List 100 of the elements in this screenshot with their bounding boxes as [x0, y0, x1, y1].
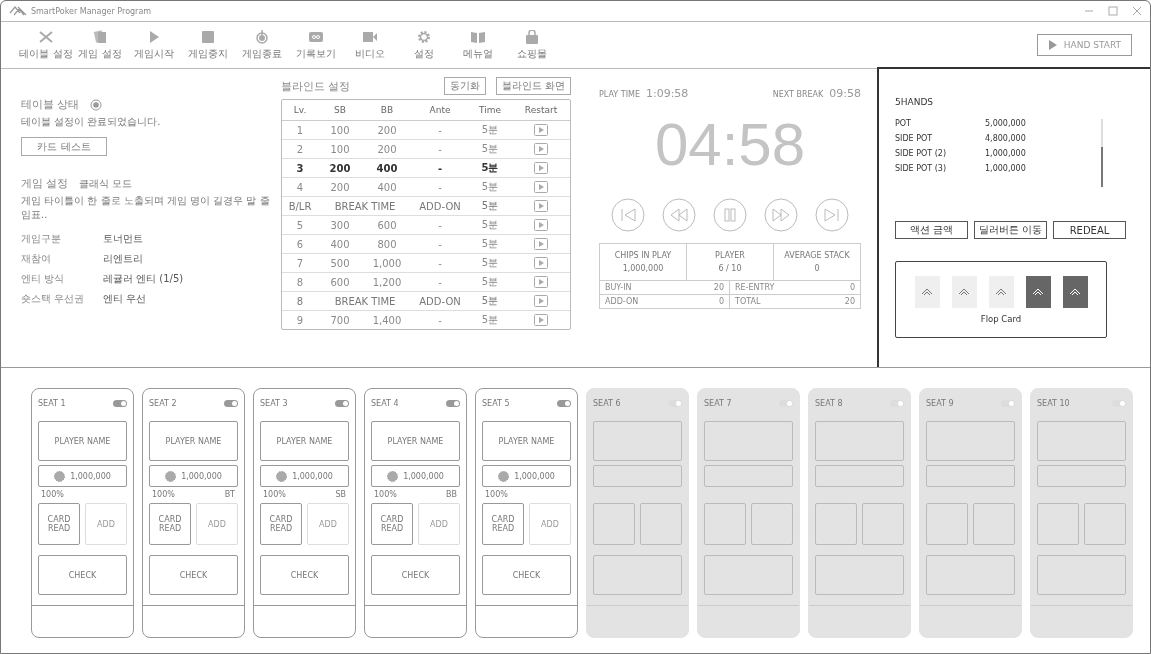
restart-button[interactable]: [534, 162, 548, 174]
add-button[interactable]: ADD: [529, 503, 571, 545]
add-button[interactable]: [973, 503, 1015, 545]
action-button[interactable]: REDEAL: [1053, 221, 1126, 239]
card-read-button[interactable]: [926, 503, 968, 545]
table-row[interactable]: 4 200 400 - 5분: [282, 178, 570, 197]
restart-button[interactable]: [534, 181, 548, 193]
restart-button[interactable]: [534, 257, 548, 269]
check-button[interactable]: [815, 555, 904, 595]
chip-count-field[interactable]: [704, 465, 793, 487]
check-button[interactable]: CHECK: [260, 555, 349, 595]
card-slot[interactable]: [1025, 276, 1051, 308]
toolbar-button[interactable]: 게임종료: [235, 29, 289, 61]
panel-button[interactable]: 블라인드 화면: [495, 77, 571, 95]
card-test-button[interactable]: 카드 테스트: [21, 137, 107, 156]
toggle-switch[interactable]: [1112, 399, 1126, 407]
check-button[interactable]: CHECK: [482, 555, 571, 595]
radio-button[interactable]: [89, 98, 102, 111]
player-name-field[interactable]: PLAYER NAME: [482, 421, 571, 461]
add-button[interactable]: ADD: [85, 503, 127, 545]
fast-forward-icon[interactable]: [764, 198, 798, 232]
add-button[interactable]: [640, 503, 682, 545]
player-name-field[interactable]: [704, 421, 793, 461]
card-read-button[interactable]: CARD READ: [38, 503, 80, 545]
card-read-button[interactable]: CARD READ: [482, 503, 524, 545]
table-row[interactable]: 9 700 1,400 - 5분: [282, 311, 570, 329]
toolbar-button[interactable]: 테이블 설정: [19, 29, 73, 61]
chip-count-field[interactable]: [926, 465, 1015, 487]
player-name-field[interactable]: [593, 421, 682, 461]
panel-button[interactable]: 동기화: [443, 77, 486, 95]
pause-icon[interactable]: [713, 198, 747, 232]
player-name-field[interactable]: PLAYER NAME: [149, 421, 238, 461]
card-read-button[interactable]: CARD READ: [149, 503, 191, 545]
skip-end-icon[interactable]: [815, 198, 849, 232]
chip-count-field[interactable]: [1037, 465, 1126, 487]
toolbar-button[interactable]: 기록보기: [289, 29, 343, 61]
check-button[interactable]: [926, 555, 1015, 595]
table-row[interactable]: 8 BREAK TIME ADD-ON 5분: [282, 292, 570, 311]
toolbar-button[interactable]: 설정: [397, 29, 451, 61]
card-read-button[interactable]: CARD READ: [371, 503, 413, 545]
chip-count-field[interactable]: 1,000,000: [371, 465, 460, 487]
player-name-field[interactable]: PLAYER NAME: [371, 421, 460, 461]
hand-start-button[interactable]: HAND START: [1036, 34, 1132, 56]
table-row[interactable]: 6 400 800 - 5분: [282, 235, 570, 254]
table-row[interactable]: B/LR BREAK TIME ADD-ON 5분: [282, 197, 570, 216]
check-button[interactable]: CHECK: [149, 555, 238, 595]
add-button[interactable]: [751, 503, 793, 545]
toggle-switch[interactable]: [668, 399, 682, 407]
restart-button[interactable]: [534, 276, 548, 288]
check-button[interactable]: CHECK: [371, 555, 460, 595]
toolbar-button[interactable]: 메뉴얼: [451, 29, 505, 61]
card-read-button[interactable]: [1037, 503, 1079, 545]
scrollbar[interactable]: [1101, 119, 1103, 187]
restart-button[interactable]: [534, 143, 548, 155]
toolbar-button[interactable]: 게임 설정: [73, 29, 127, 61]
table-row[interactable]: 2 100 200 - 5분: [282, 140, 570, 159]
check-button[interactable]: [593, 555, 682, 595]
table-row[interactable]: 7 500 1,000 - 5분: [282, 254, 570, 273]
add-button[interactable]: ADD: [418, 503, 460, 545]
toggle-switch[interactable]: [113, 399, 127, 407]
add-button[interactable]: ADD: [307, 503, 349, 545]
player-name-field[interactable]: [815, 421, 904, 461]
player-name-field[interactable]: PLAYER NAME: [260, 421, 349, 461]
action-button[interactable]: 액션 금액: [895, 221, 968, 239]
table-row[interactable]: 3 200 400 - 5분: [282, 159, 570, 178]
check-button[interactable]: [704, 555, 793, 595]
toggle-switch[interactable]: [446, 399, 460, 407]
card-read-button[interactable]: CARD READ: [260, 503, 302, 545]
rewind-icon[interactable]: [662, 198, 696, 232]
action-button[interactable]: 딜러버튼 이동: [974, 221, 1047, 239]
restart-button[interactable]: [534, 295, 548, 307]
chip-count-field[interactable]: [593, 465, 682, 487]
chip-count-field[interactable]: [815, 465, 904, 487]
chip-count-field[interactable]: 1,000,000: [38, 465, 127, 487]
toggle-switch[interactable]: [557, 399, 571, 407]
toolbar-button[interactable]: 게임시작: [127, 29, 181, 61]
check-button[interactable]: [1037, 555, 1126, 595]
table-row[interactable]: 1 100 200 - 5분: [282, 121, 570, 140]
restart-button[interactable]: [534, 238, 548, 250]
chip-count-field[interactable]: 1,000,000: [482, 465, 571, 487]
toggle-switch[interactable]: [890, 399, 904, 407]
toolbar-button[interactable]: 비디오: [343, 29, 397, 61]
card-read-button[interactable]: [593, 503, 635, 545]
add-button[interactable]: [1084, 503, 1126, 545]
card-read-button[interactable]: [704, 503, 746, 545]
add-button[interactable]: ADD: [196, 503, 238, 545]
toolbar-button[interactable]: 쇼핑몰: [505, 29, 559, 61]
player-name-field[interactable]: [1037, 421, 1126, 461]
restart-button[interactable]: [534, 124, 548, 136]
skip-start-icon[interactable]: [611, 198, 645, 232]
toolbar-button[interactable]: 게임중지: [181, 29, 235, 61]
restart-button[interactable]: [534, 200, 548, 212]
toggle-switch[interactable]: [224, 399, 238, 407]
check-button[interactable]: CHECK: [38, 555, 127, 595]
player-name-field[interactable]: [926, 421, 1015, 461]
toggle-switch[interactable]: [779, 399, 793, 407]
toggle-switch[interactable]: [1001, 399, 1015, 407]
chip-count-field[interactable]: 1,000,000: [260, 465, 349, 487]
restart-button[interactable]: [534, 314, 548, 326]
restart-button[interactable]: [534, 219, 548, 231]
